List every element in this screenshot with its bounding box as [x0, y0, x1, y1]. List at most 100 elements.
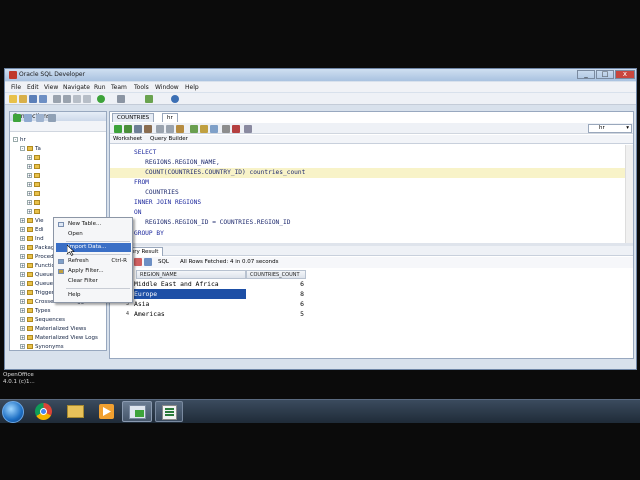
expand-icon[interactable]: - — [20, 146, 25, 151]
sql-editor[interactable]: SELECT REGIONS.REGION_NAME, COUNT(COUNTR… — [110, 145, 626, 243]
filter-icon[interactable] — [48, 114, 56, 122]
run-statement-icon[interactable] — [114, 125, 122, 133]
menu-item-open[interactable]: Open — [56, 230, 131, 239]
tree-item[interactable]: + — [27, 154, 42, 162]
expand-icon[interactable]: + — [20, 218, 25, 223]
menu-run[interactable]: Run — [94, 84, 106, 91]
tree-item-synonyms[interactable]: + Synonyms — [20, 343, 64, 351]
tree-item-triggers[interactable]: + Triggers — [20, 289, 57, 297]
tree-item[interactable]: + — [27, 190, 42, 198]
expand-icon[interactable]: + — [27, 182, 32, 187]
menu-tools[interactable]: Tools — [134, 84, 149, 91]
taskbar-explorer[interactable] — [62, 401, 89, 422]
expand-icon[interactable]: + — [20, 281, 25, 286]
column-header-region-name[interactable]: REGION_NAME — [136, 270, 246, 279]
cell-region-name[interactable]: Asia — [134, 299, 246, 309]
expand-icon[interactable]: + — [20, 236, 25, 241]
cell-countries-count[interactable]: 8 — [246, 289, 304, 299]
menu-file[interactable]: File — [11, 84, 21, 91]
tree-item[interactable]: + — [27, 172, 42, 180]
tree-item-views[interactable]: + Vie — [20, 217, 44, 225]
tree-item[interactable]: + — [27, 199, 42, 207]
refresh-result-icon[interactable] — [134, 258, 142, 266]
menu-team[interactable]: Team — [111, 84, 127, 91]
tab-worksheet[interactable]: Worksheet — [113, 136, 142, 142]
add-connection-icon[interactable] — [13, 114, 21, 122]
tree-item[interactable]: + — [27, 208, 42, 216]
sql-label[interactable]: SQL — [158, 259, 169, 265]
menu-item-refresh[interactable]: Refresh Ctrl-R — [56, 257, 131, 266]
taskbar-media-player[interactable] — [93, 401, 120, 422]
connection-selector[interactable]: hr ▾ — [588, 124, 632, 133]
expand-icon[interactable]: + — [20, 308, 25, 313]
tree-item-queues[interactable]: + Queues — [20, 271, 56, 279]
expand-icon[interactable]: + — [27, 209, 32, 214]
more-icon[interactable] — [244, 125, 252, 133]
open-icon[interactable] — [19, 95, 27, 103]
cell-countries-count[interactable]: 5 — [246, 309, 304, 319]
menu-item-clear-filter[interactable]: Clear Filter — [56, 277, 131, 286]
forward-icon[interactable] — [83, 95, 91, 103]
cell-region-name[interactable]: Middle East and Africa — [134, 279, 246, 289]
export-icon[interactable] — [144, 258, 152, 266]
tab-query-builder[interactable]: Query Builder — [150, 136, 188, 142]
run-icon[interactable] — [97, 95, 105, 103]
expand-icon[interactable]: + — [20, 254, 25, 259]
expand-icon[interactable]: + — [27, 191, 32, 196]
close-button[interactable]: x — [615, 70, 635, 79]
column-header-countries-count[interactable]: COUNTRIES_COUNT — [246, 270, 306, 279]
minimize-button[interactable]: _ — [577, 70, 595, 79]
run-script-icon[interactable] — [124, 125, 132, 133]
tree-item-editioning-views[interactable]: + Edi — [20, 226, 44, 234]
taskbar-spreadsheet[interactable] — [155, 401, 183, 422]
save-all-icon[interactable] — [39, 95, 47, 103]
back-icon[interactable] — [73, 95, 81, 103]
expand-icon[interactable]: + — [20, 335, 25, 340]
cancel-icon[interactable] — [232, 125, 240, 133]
menu-window[interactable]: Window — [155, 84, 179, 91]
debug-icon[interactable] — [117, 95, 125, 103]
menu-navigate[interactable]: Navigate — [63, 84, 90, 91]
start-button[interactable] — [2, 401, 24, 423]
schema-browser-icon[interactable] — [36, 114, 44, 122]
menu-edit[interactable]: Edit — [27, 84, 39, 91]
tree-item-sequences[interactable]: + Sequences — [20, 316, 65, 324]
expand-icon[interactable]: + — [20, 317, 25, 322]
autotrace-icon[interactable] — [166, 125, 174, 133]
tree-item-materialized-view-logs[interactable]: + Materialized View Logs — [20, 334, 98, 342]
expand-icon[interactable]: + — [20, 326, 25, 331]
expand-icon[interactable]: + — [20, 290, 25, 295]
expand-icon[interactable]: + — [20, 299, 25, 304]
expand-icon[interactable]: + — [20, 263, 25, 268]
clear-icon[interactable] — [200, 125, 208, 133]
maximize-button[interactable]: □ — [596, 70, 614, 79]
explain-icon[interactable] — [156, 125, 164, 133]
refresh-icon[interactable] — [24, 114, 32, 122]
collapse-icon[interactable]: - — [13, 137, 18, 142]
tab-countries[interactable]: COUNTRIES — [112, 113, 155, 122]
title-bar[interactable]: Oracle SQL Developer _ □ x — [5, 69, 636, 81]
tree-item-indexes[interactable]: + Ind — [20, 235, 44, 243]
editor-scrollbar[interactable] — [625, 145, 633, 243]
menu-item-apply-filter[interactable]: Apply Filter... — [56, 267, 131, 276]
copy-icon[interactable] — [63, 95, 71, 103]
tree-item[interactable]: + — [27, 163, 42, 171]
menu-help[interactable]: Help — [185, 84, 199, 91]
tree-item[interactable]: - Ta — [20, 145, 41, 153]
expand-icon[interactable]: + — [27, 155, 32, 160]
cell-countries-count[interactable]: 6 — [246, 279, 304, 289]
expand-icon[interactable]: + — [20, 227, 25, 232]
new-icon[interactable] — [9, 95, 17, 103]
menu-item-help[interactable]: Help — [56, 291, 131, 300]
menu-item-new-table[interactable]: New Table... — [56, 220, 131, 229]
format-icon[interactable] — [190, 125, 198, 133]
cell-countries-count[interactable]: 6 — [246, 299, 304, 309]
expand-icon[interactable]: + — [20, 245, 25, 250]
migrate-icon[interactable] — [145, 95, 153, 103]
expand-icon[interactable]: + — [20, 344, 25, 349]
save-icon[interactable] — [29, 95, 37, 103]
cell-region-name[interactable]: Americas — [134, 309, 246, 319]
tree-connection-hr[interactable]: - hr — [13, 136, 26, 144]
commit-icon[interactable] — [134, 125, 142, 133]
cut-icon[interactable] — [53, 95, 61, 103]
